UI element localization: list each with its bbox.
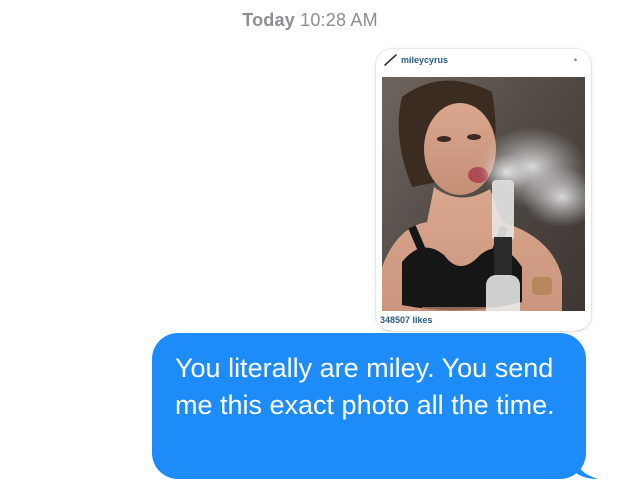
avatar-icon (384, 54, 397, 66)
outgoing-message-bubble[interactable]: You literally are miley. You send me thi… (152, 333, 586, 479)
photo (382, 77, 585, 331)
image-attachment-bubble[interactable]: mileycyrus • 348507 likes (376, 49, 591, 331)
timestamp: Today 10:28 AM (0, 10, 620, 31)
instagram-post-header: mileycyrus • (376, 49, 591, 71)
photo-illustration (382, 77, 585, 331)
likes-count: 348507 likes (380, 315, 437, 325)
timestamp-day: Today (242, 10, 295, 30)
instagram-username: mileycyrus (401, 55, 449, 65)
message-text: You literally are miley. You send me thi… (175, 353, 555, 420)
more-dots-icon: • (573, 55, 577, 65)
bubble-tail-icon (576, 459, 598, 479)
timestamp-time: 10:28 AM (300, 10, 378, 30)
